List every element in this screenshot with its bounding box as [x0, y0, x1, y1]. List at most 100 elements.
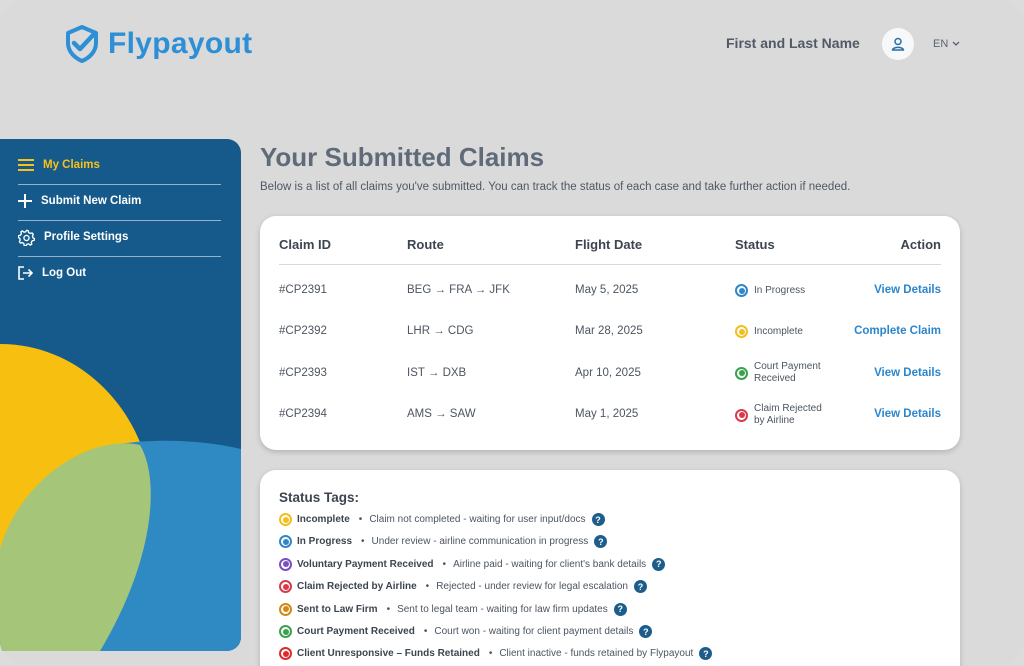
status-tag-name: Client Unresponsive – Funds Retained [297, 648, 480, 660]
claim-route: LHR → CDG [407, 325, 474, 337]
claim-id: #CP2391 [279, 284, 327, 296]
shield-check-icon [66, 25, 98, 63]
status-label: Claim Rejected by Airline [754, 403, 822, 426]
help-icon[interactable]: ? [652, 557, 666, 571]
status-dot-icon [279, 580, 292, 594]
sidebar-item-label: Log Out [42, 267, 87, 279]
status-tag-item: Incomplete • Claim not completed - waiting… [279, 513, 605, 526]
column-header-action: Action [900, 237, 941, 252]
status-dot-icon [279, 557, 292, 571]
sidebar-item-log-out[interactable]: Log Out [18, 255, 221, 291]
user-icon [891, 37, 905, 51]
status-label: In Progress [754, 284, 806, 296]
status-tag-description: Airline paid - waiting for client's bank… [453, 558, 647, 570]
chevron-down-icon [952, 41, 960, 46]
status-tag-name: In Progress [297, 536, 353, 548]
status-tag-description: Client inactive - funds retained by Flyp… [499, 648, 694, 660]
status-dot-icon [279, 602, 292, 616]
column-header-status: Status [735, 237, 775, 252]
status-tag-name: Voluntary Payment Received [297, 558, 434, 570]
status-dot-icon [735, 284, 748, 297]
claim-status: In Progress [735, 284, 834, 297]
gear-icon [18, 229, 35, 246]
status-label: Incomplete [754, 325, 803, 337]
claim-route: BEG → FRA → JFK [407, 284, 510, 296]
status-dot-icon [279, 535, 292, 549]
sidebar-item-submit-new-claim[interactable]: Submit New Claim [18, 183, 221, 219]
claim-id: #CP2394 [279, 408, 327, 420]
status-tag-name: Incomplete [297, 514, 350, 525]
claim-flight-date: Mar 28, 2025 [575, 325, 643, 337]
sidebar-item-label: Profile Settings [44, 231, 129, 243]
view-details-link[interactable]: View Details [874, 284, 941, 296]
bullet-separator: • [488, 648, 493, 660]
status-dot-icon [279, 625, 292, 638]
status-tag-description: Claim not completed - waiting for user i… [369, 514, 586, 525]
sidebar-item-profile-settings[interactable]: Profile Settings [18, 219, 221, 255]
claim-route: IST → DXB [407, 367, 467, 379]
bullet-separator: • [423, 626, 428, 637]
sidebar-item-label: Submit New Claim [41, 195, 142, 207]
status-tag-item: Voluntary Payment Received • Airline paid … [279, 557, 666, 571]
column-header-route: Route [407, 237, 444, 252]
page-subtitle: Below is a list of all claims you've sub… [260, 181, 851, 193]
plus-icon [18, 194, 32, 208]
status-dot-icon [735, 366, 748, 380]
claim-route: AMS → SAW [407, 408, 476, 420]
status-tag-item: In Progress • Under review - airline commu… [279, 535, 608, 549]
language-selector[interactable]: EN [933, 38, 960, 50]
status-tag-name: Sent to Law Firm [297, 603, 378, 615]
bullet-separator: • [361, 536, 365, 548]
claim-status: Court Payment Received [735, 361, 834, 385]
complete-claim-link[interactable]: Complete Claim [854, 325, 941, 337]
claim-id: #CP2392 [279, 325, 327, 337]
help-icon[interactable]: ? [594, 535, 608, 549]
column-header-claim-id: Claim ID [279, 237, 332, 252]
claim-flight-date: May 1, 2025 [575, 408, 639, 420]
status-tag-item: Claim Rejected by Airline • Rejected - und… [279, 580, 647, 594]
brand-name: Flypayout [108, 27, 253, 60]
claims-table: Claim ID Route Flight Date Status Action… [260, 216, 960, 450]
status-label: Court Payment Received [754, 361, 821, 384]
help-icon[interactable]: ? [699, 647, 713, 661]
view-details-link[interactable]: View Details [874, 367, 941, 379]
claim-status: Claim Rejected by Airline [735, 403, 834, 427]
view-details-link[interactable]: View Details [874, 408, 941, 420]
bullet-separator: • [442, 558, 447, 570]
bullet-separator: • [386, 603, 391, 615]
status-tag-item: Court Payment Received • Court won - waiti… [279, 625, 653, 638]
status-tags-legend: Status Tags: Incomplete • Claim not comple… [260, 470, 960, 666]
status-dot-icon [735, 325, 748, 338]
status-dot-icon [279, 513, 292, 526]
status-tag-item: Client Unresponsive – Funds Retained • Cli… [279, 647, 713, 661]
claim-status: Incomplete [735, 325, 834, 338]
status-tag-description: Court won - waiting for client payment d… [434, 626, 634, 637]
bullet-separator: • [358, 514, 363, 525]
help-icon[interactable]: ? [591, 513, 605, 526]
menu-icon [18, 159, 34, 171]
help-icon[interactable]: ? [639, 625, 653, 638]
table-header-divider [279, 264, 941, 265]
app-frame: Flypayout First and Last Name EN My Clai… [0, 0, 1024, 666]
sidebar-item-label: My Claims [43, 159, 100, 171]
status-tag-name: Court Payment Received [297, 626, 415, 637]
sidebar: My Claims Submit New Claim Profile Setti… [0, 139, 241, 651]
status-tag-name: Claim Rejected by Airline [297, 581, 417, 593]
logout-icon [18, 266, 33, 280]
brand-logo[interactable]: Flypayout [62, 24, 252, 64]
claim-id: #CP2393 [279, 367, 327, 379]
sidebar-item-my-claims[interactable]: My Claims [18, 147, 221, 183]
user-name: First and Last Name [726, 35, 860, 51]
language-label: EN [933, 38, 949, 50]
status-tags-title: Status Tags: [279, 490, 360, 505]
status-tag-description: Sent to legal team - waiting for law fir… [397, 603, 608, 615]
page-title: Your Submitted Claims [260, 142, 545, 172]
status-tag-item: Sent to Law Firm • Sent to legal team - wa… [279, 602, 627, 616]
bullet-separator: • [425, 581, 430, 593]
status-tag-description: Rejected - under review for legal escala… [436, 581, 628, 593]
status-dot-icon [735, 408, 748, 422]
help-icon[interactable]: ? [633, 580, 647, 594]
column-header-flight-date: Flight Date [575, 237, 643, 252]
user-avatar-button[interactable] [882, 28, 914, 60]
help-icon[interactable]: ? [613, 602, 627, 616]
